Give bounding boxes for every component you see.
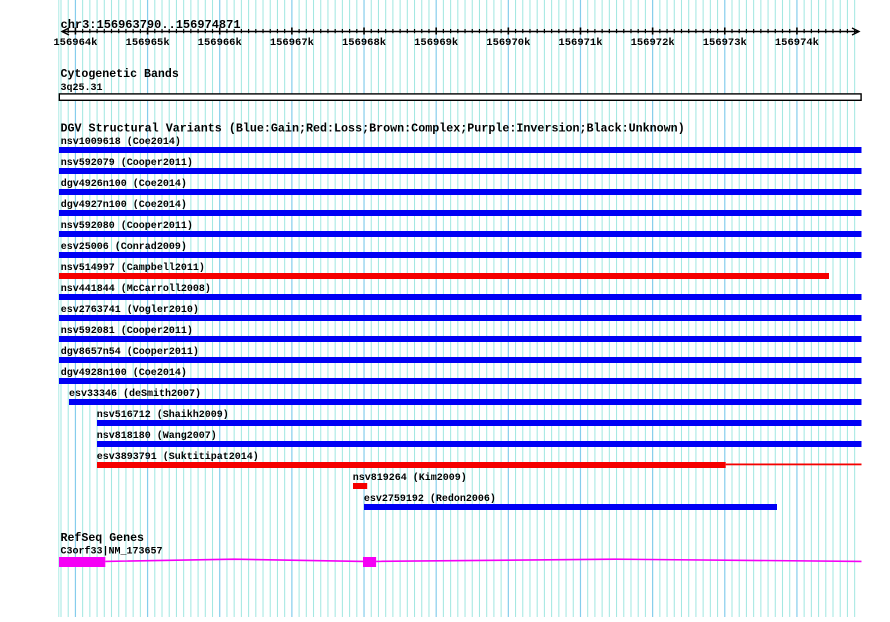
svg-text:dgv8657n54 (Cooper2011): dgv8657n54 (Cooper2011) [61,346,199,358]
svg-text:156969k: 156969k [414,37,458,49]
svg-text:156971k: 156971k [558,37,602,49]
svg-text:156966k: 156966k [198,37,242,49]
svg-text:dgv4927n100 (Coe2014): dgv4927n100 (Coe2014) [61,199,187,211]
svg-text:156965k: 156965k [126,37,170,49]
svg-text:esv2759192 (Redon2006): esv2759192 (Redon2006) [364,493,496,505]
svg-text:3q25.31: 3q25.31 [61,83,103,94]
svg-text:156970k: 156970k [486,37,530,49]
svg-text:156972k: 156972k [631,37,675,49]
svg-text:nsv819264 (Kim2009): nsv819264 (Kim2009) [353,472,467,484]
svg-text:nsv1009618 (Coe2014): nsv1009618 (Coe2014) [61,136,181,148]
svg-text:esv33346 (deSmith2007): esv33346 (deSmith2007) [69,388,201,400]
svg-text:RefSeq Genes: RefSeq Genes [61,532,145,545]
svg-text:esv25006 (Conrad2009): esv25006 (Conrad2009) [61,241,187,253]
svg-text:nsv514997 (Campbell2011): nsv514997 (Campbell2011) [61,262,205,274]
svg-text:Cytogenetic Bands: Cytogenetic Bands [61,68,179,81]
svg-text:DGV Structural Variants (Blue:: DGV Structural Variants (Blue:Gain;Red:L… [61,122,685,136]
svg-text:156964k: 156964k [53,37,97,49]
svg-text:nsv516712 (Shaikh2009): nsv516712 (Shaikh2009) [97,409,229,421]
svg-text:C3orf33|NM_173657: C3orf33|NM_173657 [61,546,163,558]
svg-text:156974k: 156974k [775,37,819,49]
svg-text:esv3893791 (Suktitipat2014): esv3893791 (Suktitipat2014) [97,451,259,463]
svg-text:nsv592079 (Cooper2011): nsv592079 (Cooper2011) [61,157,193,169]
svg-text:156968k: 156968k [342,37,386,49]
svg-text:nsv592080 (Cooper2011): nsv592080 (Cooper2011) [61,220,193,232]
svg-text:esv2763741 (Vogler2010): esv2763741 (Vogler2010) [61,304,199,316]
svg-text:156973k: 156973k [703,37,747,49]
svg-text:nsv441844 (McCarroll2008): nsv441844 (McCarroll2008) [61,283,211,295]
svg-text:dgv4926n100 (Coe2014): dgv4926n100 (Coe2014) [61,178,187,190]
svg-text:156967k: 156967k [270,37,314,49]
svg-text:nsv818180 (Wang2007): nsv818180 (Wang2007) [97,430,217,442]
svg-text:chr3:156963790..156974871: chr3:156963790..156974871 [61,18,241,32]
svg-text:nsv592081 (Cooper2011): nsv592081 (Cooper2011) [61,325,193,337]
svg-text:dgv4928n100 (Coe2014): dgv4928n100 (Coe2014) [61,367,187,379]
